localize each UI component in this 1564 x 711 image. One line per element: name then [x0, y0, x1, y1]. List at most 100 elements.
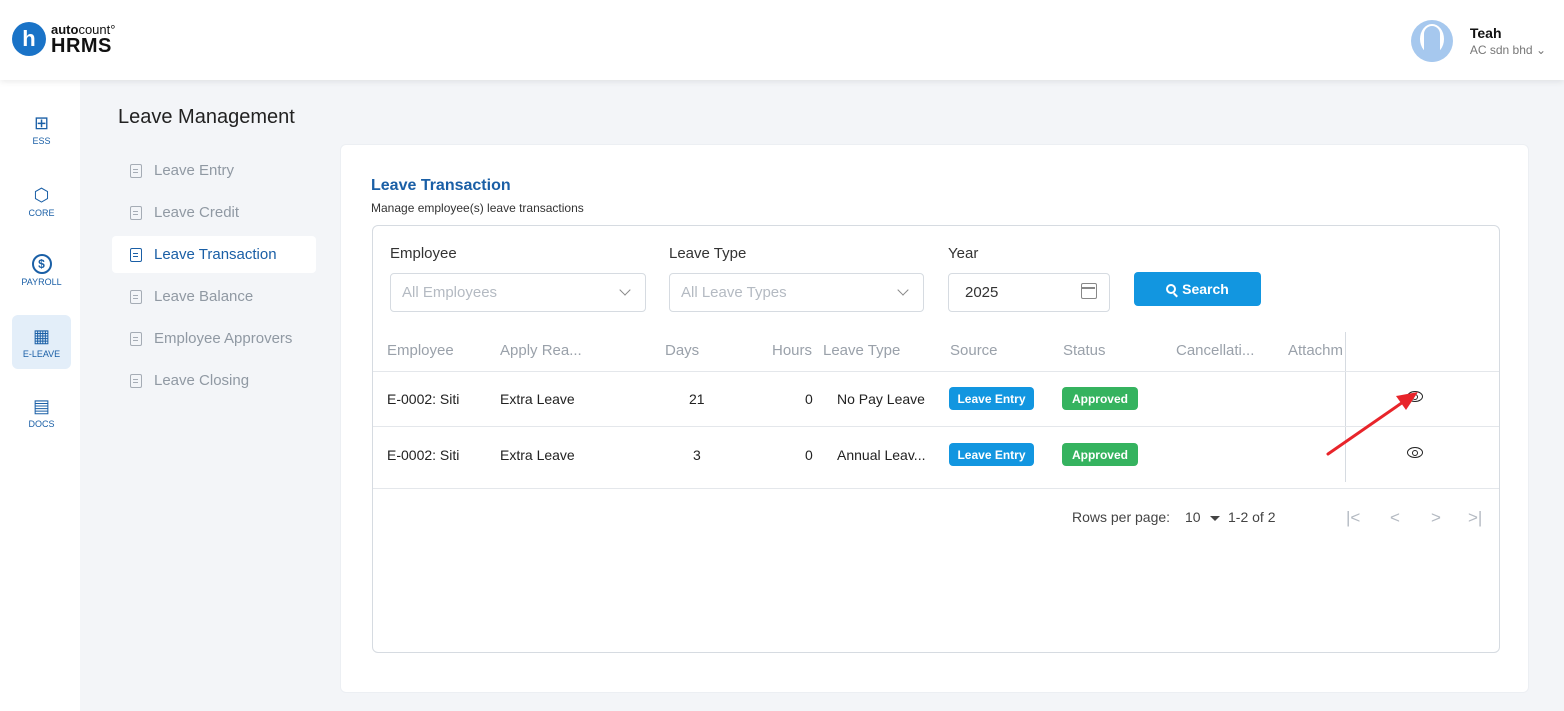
rail-label: ESS: [32, 135, 51, 146]
year-input[interactable]: 2025: [948, 273, 1110, 312]
logo-text-hrms: HRMS: [51, 34, 112, 57]
year-value: 2025: [965, 284, 999, 301]
document-icon: [130, 247, 142, 262]
column-header-status[interactable]: Status: [1063, 342, 1106, 359]
search-icon: [1166, 284, 1177, 294]
chevron-down-icon: ⌄: [1535, 43, 1546, 57]
column-header-leave-type[interactable]: Leave Type: [823, 342, 900, 359]
chevron-down-icon: [619, 284, 631, 296]
user-company[interactable]: AC sdn bhd ⌄: [1470, 43, 1546, 57]
page-title: Leave Transaction: [371, 177, 511, 194]
pagination-range: 1-2 of 2: [1228, 509, 1276, 525]
employee-select-placeholder: All Employees: [402, 284, 498, 301]
employee-select[interactable]: All Employees: [390, 273, 646, 312]
cell-leave-type: No Pay Leave: [837, 391, 925, 407]
core-icon: ⬡: [33, 184, 50, 205]
rail-label: CORE: [28, 207, 55, 218]
rail-label: DOCS: [28, 418, 55, 429]
search-button[interactable]: Search: [1134, 272, 1261, 306]
logo-text: autocount° HRMS: [51, 23, 115, 56]
cell-leave-type: Annual Leav...: [837, 447, 926, 463]
document-icon: [130, 163, 142, 178]
column-header-apply-reason[interactable]: Apply Rea...: [500, 342, 582, 359]
rail-item-payroll[interactable]: $ PAYROLL: [12, 243, 71, 297]
view-eye-icon[interactable]: [1407, 447, 1423, 458]
subnav-label: Leave Balance: [154, 288, 254, 305]
prev-page-icon[interactable]: <: [1390, 508, 1400, 528]
view-eye-icon[interactable]: [1407, 391, 1423, 402]
sticky-column-divider: [1345, 332, 1346, 482]
column-header-attachment[interactable]: Attachm: [1288, 342, 1345, 359]
user-company-name: AC sdn bhd: [1469, 43, 1533, 57]
source-badge: Leave Entry: [949, 387, 1034, 410]
subnav-label: Leave Credit: [154, 204, 240, 221]
cell-hours: 0: [805, 447, 813, 463]
column-header-source[interactable]: Source: [950, 342, 998, 359]
column-header-employee[interactable]: Employee: [387, 342, 454, 359]
subnav-item-leave-entry[interactable]: Leave Entry: [112, 152, 316, 189]
first-page-icon[interactable]: |<: [1346, 508, 1360, 528]
document-icon: [130, 205, 142, 220]
column-header-cancellation[interactable]: Cancellati...: [1176, 342, 1254, 359]
subnav-label: Employee Approvers: [154, 330, 293, 347]
cell-employee: E-0002: Siti: [387, 447, 460, 463]
subnav-item-leave-transaction[interactable]: Leave Transaction: [112, 236, 316, 273]
leave-transaction-card: Leave Transaction Manage employee(s) lea…: [340, 144, 1529, 693]
last-page-icon[interactable]: >|: [1468, 508, 1482, 528]
subnav-item-leave-credit[interactable]: Leave Credit: [112, 194, 316, 231]
subnav-label: Leave Closing: [154, 372, 250, 389]
ess-icon: ⊞: [33, 112, 50, 133]
leave-type-filter-label: Leave Type: [669, 245, 747, 262]
header-divider: [373, 371, 1499, 372]
rows-per-page-select[interactable]: 10: [1185, 509, 1201, 525]
chevron-down-icon: [897, 284, 909, 296]
subnav-item-leave-closing[interactable]: Leave Closing: [112, 362, 316, 399]
leave-type-select-placeholder: All Leave Types: [681, 284, 787, 301]
document-icon: [130, 289, 142, 304]
cell-hours: 0: [805, 391, 813, 407]
subnav-item-employee-approvers[interactable]: Employee Approvers: [112, 320, 316, 357]
subnav-label: Leave Transaction: [154, 246, 277, 263]
cell-employee: E-0002: Siti: [387, 391, 460, 407]
document-icon: [130, 373, 142, 388]
transaction-panel: Employee All Employees Leave Type All Le…: [372, 225, 1500, 653]
row-divider: [373, 426, 1499, 427]
payroll-icon: $: [31, 253, 52, 274]
section-title: Leave Management: [118, 106, 295, 128]
rail-item-e-leave[interactable]: ▦ E-LEAVE: [12, 315, 71, 369]
subnav-item-leave-balance[interactable]: Leave Balance: [112, 278, 316, 315]
cell-apply-reason: Extra Leave: [500, 391, 575, 407]
calendar-icon[interactable]: [1081, 283, 1097, 299]
rail-item-docs[interactable]: ▤ DOCS: [12, 385, 71, 439]
document-icon: [130, 331, 142, 346]
column-header-hours[interactable]: Hours: [772, 342, 812, 359]
status-badge: Approved: [1062, 387, 1138, 410]
rail-label: PAYROLL: [21, 276, 62, 287]
app-logo[interactable]: h autocount° HRMS: [12, 22, 115, 56]
subnav-label: Leave Entry: [154, 162, 235, 179]
cell-apply-reason: Extra Leave: [500, 447, 575, 463]
search-button-label: Search: [1182, 281, 1229, 297]
employee-filter-label: Employee: [390, 245, 457, 262]
user-name: Teah: [1469, 25, 1502, 41]
rail-label: E-LEAVE: [22, 348, 61, 359]
docs-icon: ▤: [32, 395, 50, 416]
caret-down-icon[interactable]: [1210, 516, 1220, 521]
next-page-icon[interactable]: >: [1431, 508, 1441, 528]
logo-badge-icon: h: [12, 22, 46, 56]
rail-item-ess[interactable]: ⊞ ESS: [12, 102, 71, 156]
source-badge: Leave Entry: [949, 443, 1034, 466]
page-subtitle: Manage employee(s) leave transactions: [371, 201, 584, 215]
cell-days: 21: [689, 391, 705, 407]
user-menu[interactable]: Teah AC sdn bhd ⌄: [1410, 20, 1546, 62]
calendar-icon: ▦: [32, 325, 50, 346]
avatar[interactable]: [1410, 20, 1453, 62]
leave-type-select[interactable]: All Leave Types: [669, 273, 924, 312]
year-filter-label: Year: [948, 245, 979, 262]
status-badge: Approved: [1062, 443, 1138, 466]
leave-subnav: Leave Entry Leave Credit Leave Transacti…: [112, 152, 316, 404]
column-header-days[interactable]: Days: [665, 342, 699, 359]
row-divider: [373, 488, 1499, 489]
top-bar: h autocount° HRMS Teah AC sdn bhd ⌄: [0, 0, 1564, 80]
rail-item-core[interactable]: ⬡ CORE: [12, 174, 71, 228]
